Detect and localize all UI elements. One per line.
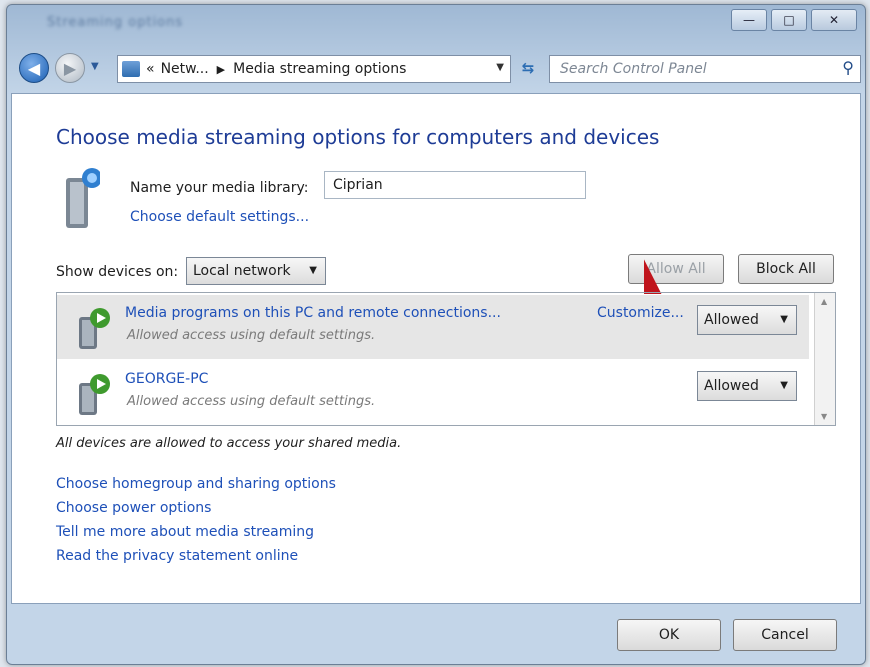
dropdown-arrow-icon: ▼ [780, 314, 788, 325]
refresh-icon: ⇆ [521, 59, 535, 77]
related-links: Choose homegroup and sharing options Cho… [56, 472, 336, 568]
scroll-down-icon[interactable]: ▼ [821, 412, 827, 421]
device-description: Allowed access using default settings. [127, 394, 376, 409]
homegroup-sharing-link[interactable]: Choose homegroup and sharing options [56, 472, 336, 496]
device-row[interactable]: GEORGE-PC Allowed access using default s… [57, 361, 809, 425]
media-streaming-info-link[interactable]: Tell me more about media streaming [56, 520, 336, 544]
library-name-label: Name your media library: [130, 180, 309, 196]
main-content: Choose media streaming options for compu… [11, 93, 861, 604]
device-description: Allowed access using default settings. [127, 328, 376, 343]
ok-button[interactable]: OK [617, 619, 721, 651]
show-devices-label: Show devices on: [56, 264, 179, 280]
navigation-bar: ◀ ▶ ▼ « Netw... ▶ Media streaming option… [7, 45, 865, 93]
address-bar[interactable]: « Netw... ▶ Media streaming options ▼ [117, 55, 511, 83]
power-options-link[interactable]: Choose power options [56, 496, 336, 520]
network-dropdown[interactable]: Local network ▼ [186, 257, 326, 285]
breadcrumb-separator-icon[interactable]: ▶ [217, 63, 225, 76]
device-access-dropdown[interactable]: Allowed ▼ [697, 371, 797, 401]
recent-pages-dropdown-icon[interactable]: ▼ [91, 61, 99, 72]
dropdown-arrow-icon: ▼ [780, 380, 788, 391]
search-icon[interactable]: ⚲ [842, 58, 854, 77]
media-device-icon [79, 374, 110, 415]
search-box[interactable]: Search Control Panel ⚲ [549, 55, 861, 83]
breadcrumb-current[interactable]: Media streaming options [233, 61, 406, 77]
back-arrow-icon: ◀ [27, 58, 41, 78]
device-list-scrollbar[interactable]: ▲ ▼ [814, 293, 835, 425]
title-bar: Streaming options — □ ✕ [7, 5, 865, 45]
dropdown-arrow-icon: ▼ [309, 265, 317, 276]
choose-default-settings-link[interactable]: Choose default settings... [130, 209, 309, 225]
search-input[interactable]: Search Control Panel [560, 61, 707, 77]
device-name-link[interactable]: GEORGE-PC [125, 371, 208, 387]
device-list: Media programs on this PC and remote con… [56, 292, 836, 426]
dialog-footer: OK Cancel [11, 603, 859, 660]
device-access-value: Allowed [704, 378, 759, 394]
media-device-icon [79, 308, 110, 349]
back-button[interactable]: ◀ [19, 53, 49, 83]
maximize-button[interactable]: □ [771, 9, 807, 31]
annotation-arrow [644, 259, 662, 294]
library-name-input[interactable]: Ciprian [324, 171, 586, 199]
device-access-dropdown[interactable]: Allowed ▼ [697, 305, 797, 335]
sharing-status-text: All devices are allowed to access your s… [56, 436, 402, 451]
close-button[interactable]: ✕ [811, 9, 857, 31]
block-all-button[interactable]: Block All [738, 254, 834, 284]
cancel-button[interactable]: Cancel [733, 619, 837, 651]
network-dropdown-value: Local network [193, 263, 291, 279]
forward-button[interactable]: ▶ [55, 53, 85, 83]
privacy-statement-link[interactable]: Read the privacy statement online [56, 544, 336, 568]
refresh-button[interactable]: ⇆ [515, 55, 541, 81]
control-panel-window: Streaming options — □ ✕ ◀ ▶ ▼ « Netw... … [6, 4, 866, 665]
breadcrumb-prefix[interactable]: « [146, 61, 155, 77]
page-title: Choose media streaming options for compu… [56, 125, 660, 149]
address-dropdown-icon[interactable]: ▼ [496, 62, 504, 73]
minimize-button[interactable]: — [731, 9, 767, 31]
window-controls: — □ ✕ [731, 9, 857, 31]
customize-link[interactable]: Customize... [597, 305, 684, 321]
device-row[interactable]: Media programs on this PC and remote con… [57, 295, 809, 359]
device-name-link[interactable]: Media programs on this PC and remote con… [125, 305, 501, 321]
media-library-icon [66, 168, 100, 228]
control-panel-icon [122, 61, 140, 77]
scroll-up-icon[interactable]: ▲ [821, 297, 827, 306]
window-title: Streaming options [47, 15, 184, 30]
device-access-value: Allowed [704, 312, 759, 328]
breadcrumb-parent[interactable]: Netw... [161, 61, 209, 77]
forward-arrow-icon: ▶ [63, 58, 77, 78]
